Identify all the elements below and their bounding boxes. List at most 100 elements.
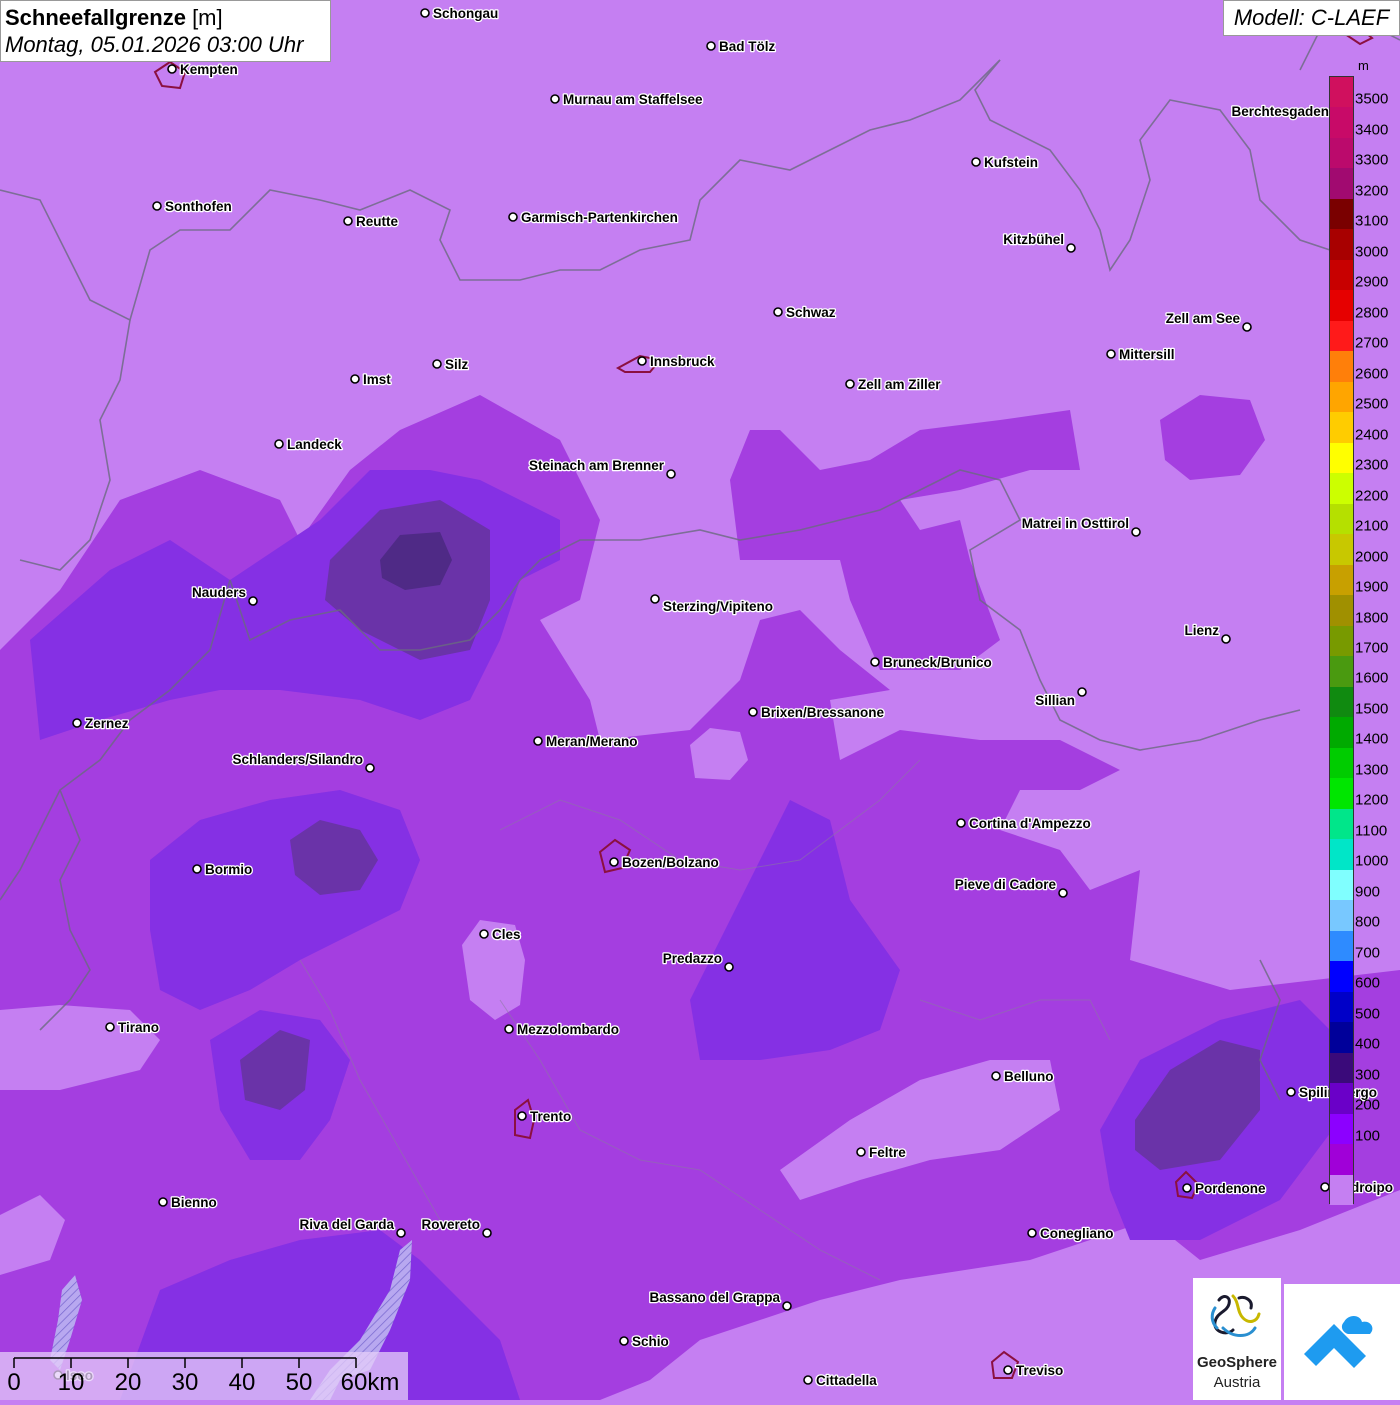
city-label: Zell am See (1166, 311, 1241, 326)
city-label: Kufstein (984, 155, 1038, 170)
city-label: Sterzing/Vipiteno (663, 599, 773, 614)
city-marker[interactable]: Schongau (420, 5, 500, 22)
city-label: Reutte (356, 214, 398, 229)
legend-swatch (1330, 839, 1353, 871)
city-dot-icon (274, 439, 284, 449)
legend-swatch (1330, 442, 1353, 474)
city-dot-icon (1077, 687, 1087, 697)
snowfall-map[interactable]: Schongau Bad Tölz Kempten Murnau am Staffel… (0, 0, 1400, 1400)
city-dot-icon (432, 359, 442, 369)
city-dot-icon (1182, 1183, 1192, 1193)
legend-swatch (1330, 1083, 1353, 1115)
legend-label: 1700 (1355, 639, 1389, 657)
city-dot-icon (533, 736, 543, 746)
city-dot-icon (517, 1111, 527, 1121)
city-label: Imst (363, 372, 391, 387)
city-dot-icon (856, 1147, 866, 1157)
legend-label: 700 (1355, 944, 1381, 962)
city-dot-icon (1221, 634, 1231, 644)
app-logo (1284, 1284, 1400, 1400)
scale-label: 30 (171, 1369, 199, 1396)
scale-label: 60km (340, 1369, 400, 1396)
legend-label: 1800 (1355, 609, 1389, 626)
legend-label: 2300 (1355, 456, 1389, 474)
city-label: Schongau (433, 6, 498, 21)
city-marker[interactable]: Bruneck/Brunico (870, 654, 993, 671)
model-label: Modell: C-LAEF (1223, 0, 1400, 36)
city-marker[interactable]: Cortina d'Ampezzo (956, 815, 1092, 832)
legend-swatch (1330, 1022, 1353, 1054)
legend-swatch (1330, 473, 1353, 505)
city-dot-icon (650, 594, 660, 604)
city-label: Landeck (287, 437, 342, 452)
city-dot-icon (971, 157, 981, 167)
city-dot-icon (724, 962, 734, 972)
legend-unit: m (1358, 58, 1369, 73)
city-dot-icon (192, 864, 202, 874)
city-marker[interactable]: Murnau am Staffelsee (550, 91, 704, 108)
city-marker[interactable]: Zell am Ziller (845, 376, 943, 393)
city-dot-icon (350, 374, 360, 384)
city-dot-icon (479, 929, 489, 939)
legend-label: 2700 (1355, 334, 1389, 352)
legend-label: 2400 (1355, 426, 1389, 444)
city-marker[interactable]: Brixen/Bressanone (748, 704, 886, 721)
city-label: Kempten (180, 62, 238, 77)
legend-swatch (1330, 77, 1353, 108)
legend-swatch (1330, 503, 1353, 535)
legend-swatch (1330, 198, 1353, 230)
legend-swatch (1330, 1113, 1353, 1145)
city-marker[interactable]: Sonthofen (152, 198, 233, 215)
legend-swatch (1330, 107, 1353, 139)
city-label: Bad Tölz (719, 39, 775, 54)
legend-label: 1400 (1355, 730, 1389, 748)
city-dot-icon (1286, 1087, 1296, 1097)
city-label: Treviso (1016, 1363, 1063, 1378)
mountain-cloud-icon (1304, 1316, 1373, 1368)
city-dot-icon (782, 1301, 792, 1311)
legend-label: 3000 (1355, 243, 1389, 261)
legend-label: 2000 (1355, 548, 1389, 566)
legend-label: 1100 (1355, 822, 1388, 840)
legend-swatch (1330, 808, 1353, 840)
city-dot-icon (1066, 243, 1076, 253)
scale-label: 20 (114, 1369, 142, 1396)
city-label: Conegliano (1040, 1226, 1114, 1241)
city-dot-icon (803, 1375, 813, 1385)
city-dot-icon (748, 707, 758, 717)
scale-label: 0 (7, 1369, 21, 1396)
legend-label: 400 (1355, 1035, 1381, 1053)
legend-label: 300 (1355, 1066, 1381, 1084)
city-dot-icon (248, 596, 258, 606)
city-marker[interactable]: Bozen/Bolzano (609, 854, 720, 871)
city-dot-icon (666, 469, 676, 479)
city-label: Garmisch-Partenkirchen (521, 210, 678, 225)
city-marker[interactable]: Conegliano (1027, 1225, 1115, 1242)
city-dot-icon (482, 1228, 492, 1238)
legend-swatch (1330, 625, 1353, 657)
city-label: Belluno (1004, 1069, 1054, 1084)
legend-swatch (1330, 961, 1353, 993)
city-dot-icon (508, 212, 518, 222)
city-label: Cles (492, 927, 521, 942)
legend-swatch (1330, 290, 1353, 322)
city-dot-icon (773, 307, 783, 317)
city-marker[interactable]: Pordenone (1182, 1180, 1267, 1197)
legend-label: 3100 (1355, 212, 1389, 230)
legend-label: 900 (1355, 883, 1381, 901)
city-marker[interactable]: Meran/Merano (533, 733, 639, 750)
legend-label: 200 (1355, 1096, 1381, 1114)
legend-swatch (1330, 1052, 1353, 1084)
city-marker[interactable]: Innsbruck (637, 353, 716, 370)
city-label: Innsbruck (650, 354, 715, 369)
city-marker[interactable]: Garmisch-Partenkirchen (508, 209, 679, 226)
legend-label: 500 (1355, 1005, 1381, 1023)
legend-swatch (1330, 991, 1353, 1023)
legend-swatch (1330, 320, 1353, 352)
legend-swatch (1330, 229, 1353, 261)
legend-label: 2600 (1355, 365, 1389, 383)
city-dot-icon (105, 1022, 115, 1032)
legend-label: 1600 (1355, 669, 1389, 687)
city-marker[interactable]: Mezzolombardo (504, 1021, 620, 1038)
city-label: Bienno (171, 1195, 217, 1210)
